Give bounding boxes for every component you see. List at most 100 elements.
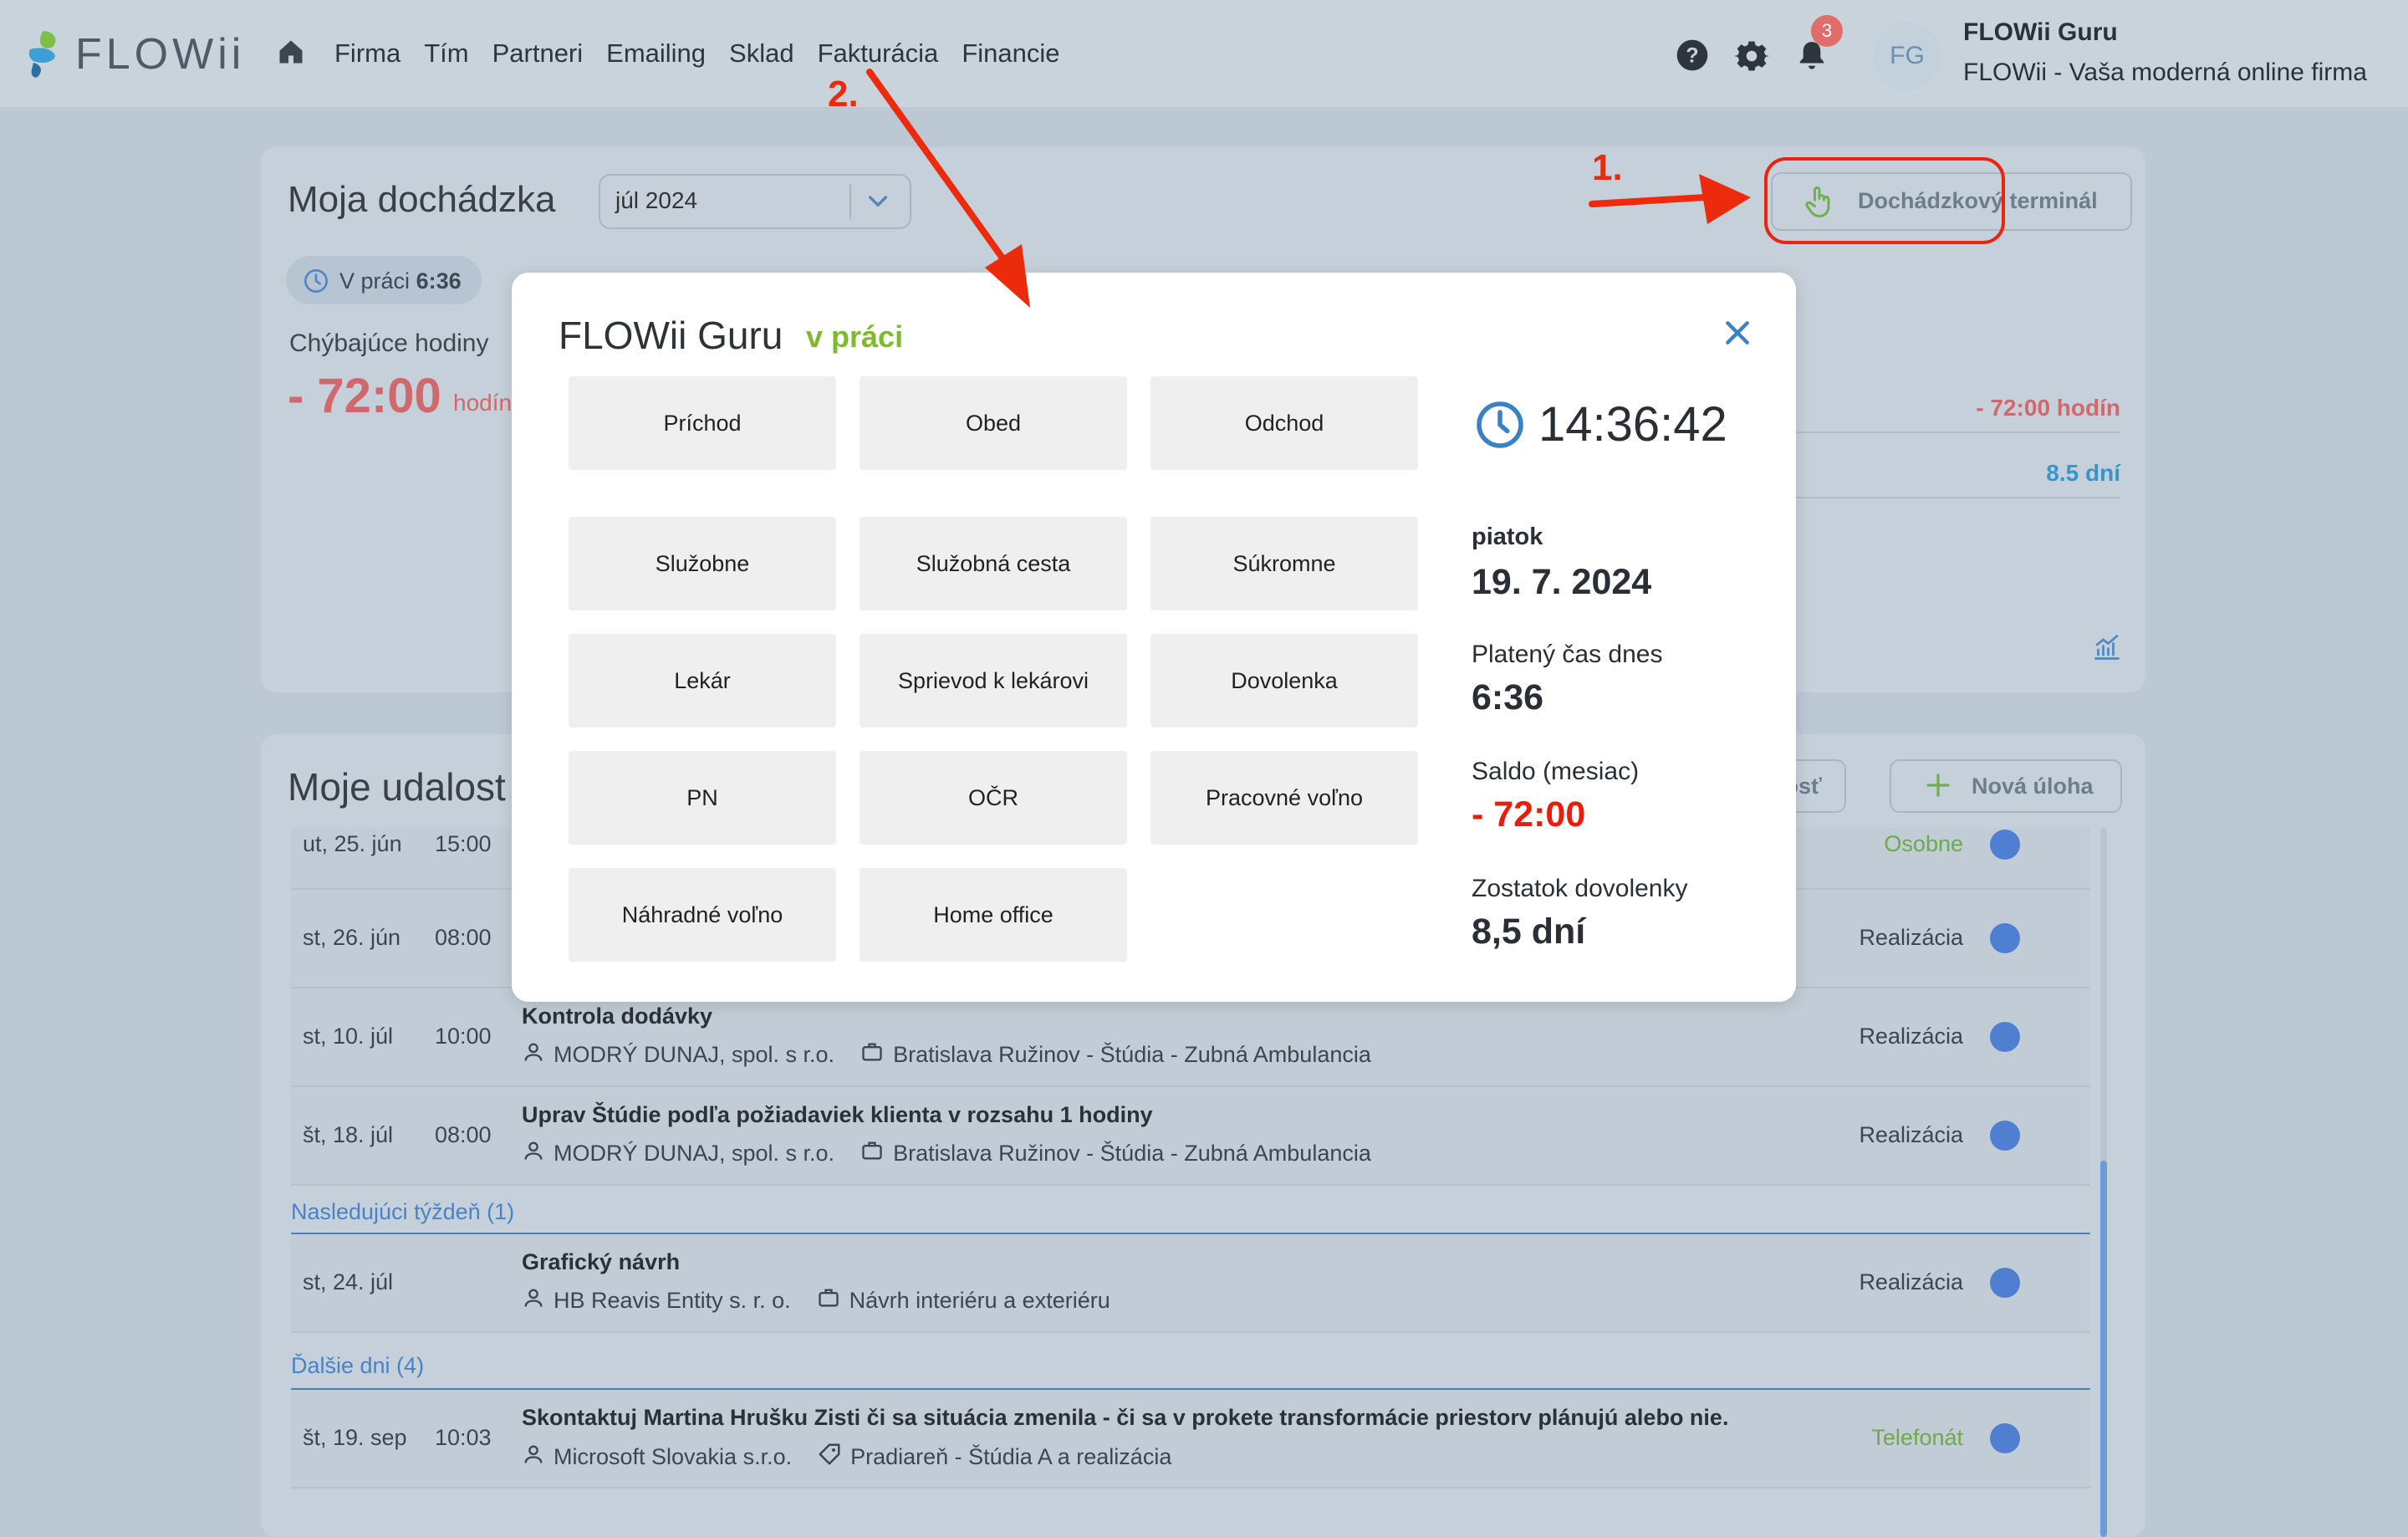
departure-button[interactable]: Odchod <box>1150 376 1418 470</box>
briefcase-icon <box>816 1286 841 1315</box>
nav-item-tim[interactable]: Tím <box>424 38 468 69</box>
arrival-button[interactable]: Príchod <box>569 376 836 470</box>
event-client[interactable]: MODRÝ DUNAJ, spol. s r.o. <box>554 1042 834 1068</box>
bar-chart-icon[interactable] <box>2090 632 2124 666</box>
event-project[interactable]: Bratislava Ružinov - Štúdia - Zubná Ambu… <box>893 1141 1371 1167</box>
group-header-next-week[interactable]: Nasledujúci týždeň (1) <box>291 1186 2090 1234</box>
missing-hours-unit: hodín <box>453 390 513 416</box>
compensatory-leave-button[interactable]: Náhradné voľno <box>569 868 836 962</box>
user-icon <box>522 1443 545 1472</box>
event-type: Realizácia <box>1859 1024 1963 1049</box>
event-time: 08:00 <box>435 925 492 950</box>
event-date: st, 10. júl <box>303 1024 394 1049</box>
event-type: Realizácia <box>1859 1122 1963 1147</box>
weekday: piatok <box>1472 523 1543 550</box>
hourglass-icon[interactable] <box>1990 830 2020 860</box>
status-badge: V práci 6:36 <box>286 256 482 304</box>
vacation-balance-value: 8,5 dní <box>1472 911 1586 952</box>
month-select-divider <box>849 184 851 219</box>
new-task-button[interactable]: Nová úloha <box>1890 759 2122 813</box>
sick-leave-button[interactable]: PN <box>569 751 836 845</box>
attendance-terminal-modal: FLOWii Guru v práci Príchod Obed Odchod … <box>512 273 1796 1002</box>
missing-hours-value: - 72:00 <box>288 369 441 423</box>
vacation-button[interactable]: Dovolenka <box>1150 634 1418 728</box>
close-icon[interactable] <box>1721 316 1754 354</box>
work-leave-button[interactable]: Pracovné voľno <box>1150 751 1418 845</box>
logo-text: FLOWii <box>75 30 246 79</box>
user-icon <box>522 1139 545 1168</box>
home-office-button[interactable]: Home office <box>860 868 1127 962</box>
group-label: Ďalšie dni (4) <box>291 1353 425 1378</box>
hourglass-icon[interactable] <box>1990 923 2020 953</box>
event-meta: HB Reavis Entity s. r. o. Návrh interiér… <box>522 1286 1110 1315</box>
annotation-step-2: 2. <box>828 74 859 115</box>
balance-stat: - 72:00 hodín <box>1976 395 2120 421</box>
event-project[interactable]: Pradiareň - Štúdia A a realizácia <box>850 1444 1171 1470</box>
event-client[interactable]: Microsoft Slovakia s.r.o. <box>554 1444 792 1470</box>
event-meta: Microsoft Slovakia s.r.o. Pradiareň - Št… <box>522 1442 1171 1473</box>
event-type: Realizácia <box>1859 1269 1963 1294</box>
list-item[interactable]: št, 19. sep 10:03 Skontaktuj Martina Hru… <box>291 1390 2090 1488</box>
notification-count-badge: 3 <box>1811 15 1843 47</box>
nav-item-firma[interactable]: Firma <box>334 38 400 69</box>
list-item[interactable]: št, 18. júl 08:00 Uprav Štúdie podľa pož… <box>291 1087 2090 1186</box>
modal-user-name: FLOWii Guru <box>559 314 783 357</box>
list-item[interactable]: st, 24. júl Grafický návrh HB Reavis Ent… <box>291 1234 2090 1333</box>
event-meta: MODRÝ DUNAJ, spol. s r.o. Bratislava Ruž… <box>522 1139 1371 1168</box>
vacation-balance-label: Zostatok dovolenky <box>1472 875 1688 902</box>
chevron-down-icon[interactable] <box>863 187 893 218</box>
event-client[interactable]: HB Reavis Entity s. r. o. <box>554 1288 791 1314</box>
event-type: Telefonát <box>1871 1425 1963 1450</box>
doctor-escort-button[interactable]: Sprievod k lekárovi <box>860 634 1127 728</box>
avatar[interactable]: FG <box>1873 22 1941 90</box>
scrollbar-thumb[interactable] <box>2100 1161 2107 1537</box>
hourglass-icon[interactable] <box>1990 1022 2020 1052</box>
lunch-button[interactable]: Obed <box>860 376 1127 470</box>
nav-item-partneri[interactable]: Partneri <box>492 38 584 69</box>
nav-item-sklad[interactable]: Sklad <box>729 38 794 69</box>
saldo-value: - 72:00 <box>1472 794 1586 835</box>
event-name[interactable]: Uprav Štúdie podľa požiadaviek klienta v… <box>522 1102 1153 1128</box>
group-header-other-days[interactable]: Ďalšie dni (4) <box>291 1333 2090 1390</box>
hourglass-icon[interactable] <box>1990 1121 2020 1151</box>
event-date: st, 24. júl <box>303 1269 394 1294</box>
hourglass-icon[interactable] <box>1990 1268 2020 1298</box>
event-project[interactable]: Bratislava Ružinov - Štúdia - Zubná Ambu… <box>893 1042 1371 1068</box>
event-client[interactable]: MODRÝ DUNAJ, spol. s r.o. <box>554 1141 834 1167</box>
event-time: 10:03 <box>435 1425 492 1450</box>
doctor-button[interactable]: Lekár <box>569 634 836 728</box>
help-icon[interactable]: ? <box>1676 38 1709 76</box>
event-name[interactable]: Kontrola dodávky <box>522 1003 712 1029</box>
home-icon[interactable] <box>276 37 306 71</box>
nav-item-fakturacia[interactable]: Fakturácia <box>818 38 939 69</box>
modal-status: v práci <box>806 319 904 354</box>
group-label: Nasledujúci týždeň (1) <box>291 1199 515 1224</box>
event-type: Realizácia <box>1859 925 1963 950</box>
private-button[interactable]: Súkromne <box>1150 517 1418 610</box>
event-name[interactable]: Grafický návrh <box>522 1249 680 1275</box>
hourglass-icon[interactable] <box>1990 1423 2020 1453</box>
events-title: Moje udalost <box>288 765 506 809</box>
status-text: V práci 6:36 <box>339 268 462 294</box>
current-date: 19. 7. 2024 <box>1472 562 1652 602</box>
list-item[interactable]: st, 10. júl 10:00 Kontrola dodávky MODRÝ… <box>291 988 2090 1087</box>
event-project[interactable]: Návrh interiéru a exteriéru <box>849 1288 1110 1314</box>
month-select[interactable]: júl 2024 <box>599 174 911 229</box>
paid-time-value: 6:36 <box>1472 677 1544 717</box>
nav-item-emailing[interactable]: Emailing <box>606 38 706 69</box>
gear-icon[interactable] <box>1734 38 1769 78</box>
event-type: Osobne <box>1884 831 1963 856</box>
flowii-logo[interactable]: FLOWii <box>25 25 245 84</box>
nav-item-financie[interactable]: Financie <box>962 38 1059 69</box>
user-company: FLOWii - Vaša moderná online firma <box>1963 59 2367 86</box>
business-button[interactable]: Služobne <box>569 517 836 610</box>
paid-time-label: Platený čas dnes <box>1472 641 1663 668</box>
new-task-label: Nová úloha <box>1972 774 2094 799</box>
month-select-value: júl 2024 <box>615 187 698 213</box>
family-care-button[interactable]: OČR <box>860 751 1127 845</box>
event-name[interactable]: Skontaktuj Martina Hrušku Zisti či sa si… <box>522 1405 1728 1431</box>
logo-mark-icon <box>28 31 56 78</box>
event-time: 08:00 <box>435 1122 492 1147</box>
user-name[interactable]: FLOWii Guru <box>1963 18 2118 47</box>
business-trip-button[interactable]: Služobná cesta <box>860 517 1127 610</box>
